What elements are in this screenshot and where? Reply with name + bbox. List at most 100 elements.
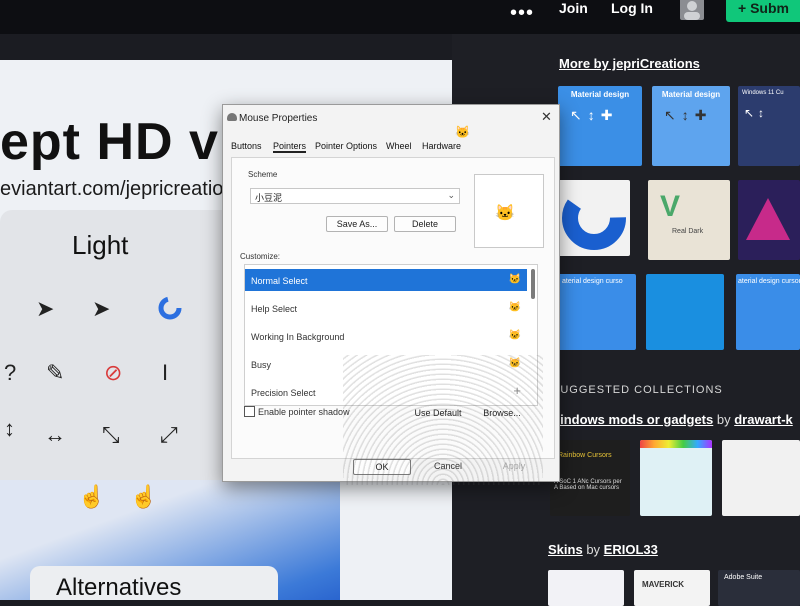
tab-hardware[interactable]: Hardware (422, 141, 461, 151)
thumbnail-ring[interactable] (558, 180, 630, 256)
top-navigation-bar: ••• Join Log In + Subm (0, 0, 800, 34)
use-default-button[interactable]: Use Default (408, 406, 468, 422)
thumbnail-rainbow-cursors[interactable]: Rainbow Cursors A SoC 1 ANc Cursors per … (550, 440, 630, 516)
thumbnail-caption: Material design (570, 90, 630, 99)
scheme-select[interactable]: 小豆泥 ⌄ (250, 188, 460, 204)
by-label: by (586, 542, 601, 557)
thumbnail-material-design-2[interactable]: Material design ↖↕✚ (652, 86, 730, 166)
pen-cursor-icon: ✎ (46, 360, 65, 385)
list-item-working-in-background[interactable]: Working In Background 🐱 (245, 325, 527, 347)
cursor-list[interactable]: Normal Select 🐱 Help Select 🐱 Working In… (244, 264, 538, 406)
list-item-busy[interactable]: Busy 🐱 (245, 353, 527, 375)
collection-author[interactable]: drawart-k (734, 412, 793, 427)
list-item-help-select[interactable]: Help Select 🐱 (245, 297, 527, 319)
suggested-collections-heading: SUGGESTED COLLECTIONS (552, 384, 723, 396)
resize-vertical-icon: ↕ (4, 416, 15, 441)
thumbnail-caption: aterial design cursor (738, 278, 800, 285)
thumbnail-blue[interactable] (646, 274, 724, 350)
login-link[interactable]: Log In (611, 0, 653, 16)
by-label: by (716, 412, 731, 427)
pointer-preview-icon: 🐱 (495, 205, 515, 222)
more-options-icon[interactable]: ••• (510, 2, 534, 25)
list-item-label: Help Select (251, 304, 298, 314)
thumbnail-caption: A SoC 1 ANc Cursors per A Based on Mac c… (554, 479, 622, 491)
scheme-value: 小豆泥 (255, 193, 283, 203)
list-item-normal-select[interactable]: Normal Select 🐱 (245, 269, 527, 291)
enable-shadow-checkbox[interactable] (244, 406, 255, 417)
pointer-preview-small-icon: 🐱 (455, 125, 470, 139)
collection-skins[interactable]: Skins by ERIOL33 (548, 542, 658, 557)
cursor-set-icon: ↖↕ (744, 106, 769, 120)
thumbnail-material-design-cursor-1[interactable]: aterial design curso (558, 274, 636, 350)
mouse-icon (227, 113, 237, 121)
thumbnail-triangle[interactable] (738, 180, 800, 260)
thumbnail-adobe-suite[interactable]: Adobe Suite (718, 570, 800, 606)
mouse-properties-dialog: Mouse Properties ✕ 🐱 Buttons Pointers Po… (222, 104, 560, 485)
unavailable-cursor-icon: ⊘ (104, 360, 123, 385)
pointer-preview-box: 🐱 (474, 174, 544, 248)
thumbnail-real-dark[interactable]: V Real Dark (648, 180, 730, 260)
tab-buttons[interactable]: Buttons (231, 141, 262, 151)
resize-diagonal-icon: ⤡ (102, 422, 120, 447)
list-item-label: Busy (251, 360, 272, 370)
collection-author[interactable]: ERIOL33 (604, 542, 658, 557)
cursor-preview-icon: 🐱 (508, 302, 521, 313)
help-cursor-icon: ? (4, 360, 17, 385)
cursor-preview-icon: 🐱 (508, 358, 521, 369)
arrow-cursor-icon: ➤ (36, 296, 55, 321)
browse-button[interactable]: Browse... (476, 406, 528, 422)
thumbnail-caption: Windows 11 Cu (742, 90, 784, 96)
tab-wheel[interactable]: Wheel (386, 141, 412, 151)
list-item-precision-select[interactable]: Precision Select + (245, 381, 527, 403)
thumbnail-skin-1[interactable] (548, 570, 624, 606)
thumbnail-caption: Rainbow Cursors (558, 452, 612, 459)
collection-name[interactable]: Skins (548, 542, 583, 557)
apply-button[interactable]: Apply (485, 459, 543, 475)
thumbnail-collection-3[interactable] (722, 440, 800, 516)
save-as-button[interactable]: Save As... (326, 216, 388, 232)
cancel-button[interactable]: Cancel (419, 459, 477, 475)
tab-pointers[interactable]: Pointers (273, 141, 307, 153)
scheme-label: Scheme (248, 170, 278, 179)
text-cursor-icon: I (162, 360, 169, 385)
deviation-url: eviantart.com/jepricreatio (0, 178, 224, 200)
pin-cursor-icon: ☝ (78, 484, 106, 509)
cursor-set-icon: ↖↕✚ (664, 107, 713, 123)
thumbnail-caption: aterial design curso (562, 278, 623, 285)
thumbnail-maverick[interactable]: MAVERICK (634, 570, 710, 606)
list-scrollbar[interactable] (531, 269, 535, 299)
light-label: Light (72, 230, 129, 260)
close-icon[interactable]: ✕ (541, 109, 552, 125)
delete-button[interactable]: Delete (394, 216, 456, 232)
logo-icon: V (660, 190, 681, 223)
cursor-set-icon: ↖↕✚ (570, 107, 619, 123)
join-link[interactable]: Join (559, 0, 588, 16)
resize-horizontal-icon: ↔ (44, 422, 66, 447)
crosshair-icon: + (513, 383, 521, 398)
thumbnail-caption: Adobe Suite (724, 574, 763, 581)
thumbnail-collection-2[interactable] (640, 440, 712, 516)
thumbnail-caption: MAVERICK (642, 580, 685, 589)
collection-windows-mods[interactable]: windows mods or gadgets by drawart-k (550, 412, 793, 427)
cursor-preview-icon: 🐱 (508, 274, 521, 285)
thumbnail-material-design-1[interactable]: Material design ↖↕✚ (558, 86, 642, 166)
customize-label: Customize: (240, 252, 281, 261)
submit-button[interactable]: + Subm (726, 0, 800, 22)
thumbnail-material-design-cursor-2[interactable]: aterial design cursor (736, 274, 800, 350)
avatar-icon[interactable] (680, 0, 704, 20)
pointers-pane: Scheme 小豆泥 ⌄ Save As... Delete 🐱 Customi… (231, 157, 555, 459)
person-cursor-icon: ☝ (130, 484, 158, 509)
ok-button[interactable]: OK (353, 459, 411, 475)
collection-name[interactable]: windows mods or gadgets (550, 412, 713, 427)
list-item-label: Normal Select (251, 276, 308, 286)
list-item-label: Precision Select (251, 388, 316, 398)
thumbnail-caption: Material design (661, 90, 721, 99)
enable-shadow-label: Enable pointer shadow (258, 407, 350, 417)
tab-pointer-options[interactable]: Pointer Options (315, 141, 377, 151)
alternatives-heading: Alternatives (56, 574, 182, 600)
thumbnail-windows-11[interactable]: Windows 11 Cu ↖↕ (738, 86, 800, 166)
chevron-down-icon: ⌄ (447, 190, 455, 200)
list-item-label: Working In Background (251, 332, 345, 342)
more-by-heading[interactable]: More by jepriCreations (559, 56, 700, 71)
thumbnail-caption: Real Dark (672, 228, 704, 235)
